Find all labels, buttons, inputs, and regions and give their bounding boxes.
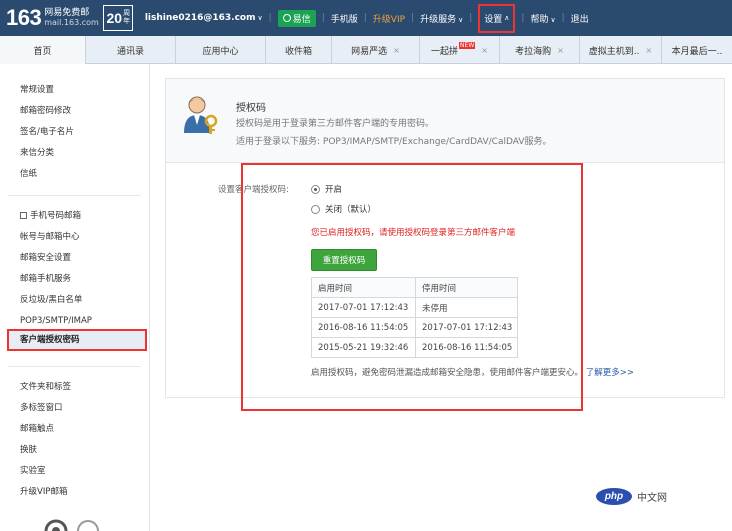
yixin-icon xyxy=(282,14,291,22)
tab-yiqipin[interactable]: 一起拼 NEW × xyxy=(420,36,500,64)
tab-label: 通讯录 xyxy=(116,46,144,57)
help-label: 帮助 xyxy=(530,14,549,25)
close-icon[interactable]: × xyxy=(481,46,488,55)
top-bar: 163 网易免费邮 mail.163.com 20 周年 lishine0216… xyxy=(0,0,732,36)
help-menu[interactable]: 帮助 ∨ xyxy=(530,12,555,25)
tab-contacts[interactable]: 通讯录 xyxy=(86,36,176,64)
sidebar-item-general[interactable]: 常规设置 xyxy=(20,80,149,101)
highlight-box xyxy=(241,163,583,411)
tab-label: 一起拼 xyxy=(431,46,459,57)
tab-label: 应用中心 xyxy=(202,46,239,57)
new-badge: NEW xyxy=(459,41,476,49)
chevron-down-icon: ∨ xyxy=(458,15,464,24)
divider: | xyxy=(268,13,272,23)
upgrade-service-menu[interactable]: 升级服务 ∨ xyxy=(420,12,463,25)
sidebar-item-lab[interactable]: 实验室 xyxy=(20,461,149,482)
tab-bar: 首页 通讯录 应用中心 收件箱 网易严选 × 一起拼 NEW × 考拉海购 × 虚拟主机… xyxy=(0,36,732,64)
close-icon[interactable]: × xyxy=(557,46,564,55)
panel-title: 授权码 xyxy=(236,103,266,114)
tab-label: 网易严选 xyxy=(351,46,388,57)
sidebar-divider xyxy=(8,195,141,196)
sidebar-item-touchpoint[interactable]: 邮箱触点 xyxy=(20,419,149,440)
sidebar-item-label: 手机号码邮箱 xyxy=(30,211,82,221)
user-key-icon xyxy=(184,96,218,134)
chevron-up-icon: ∧ xyxy=(504,14,510,22)
tab-label: 虚拟主机到.. xyxy=(588,46,640,57)
sidebar-divider xyxy=(8,366,141,367)
divider: | xyxy=(321,13,325,23)
tab-home[interactable]: 首页 xyxy=(0,36,86,64)
sidebar-item-mail-filter[interactable]: 来信分类 xyxy=(20,143,149,164)
watermark-text: 中文网 xyxy=(637,492,667,504)
tab-kaola[interactable]: 考拉海购 × xyxy=(500,36,580,64)
chevron-down-icon[interactable]: ∨ xyxy=(258,14,263,22)
logo-number: 163 xyxy=(6,5,42,30)
chevron-down-icon: ∨ xyxy=(550,15,556,24)
sidebar-item-multi-tab[interactable]: 多标签窗口 xyxy=(20,398,149,419)
yixin-button[interactable]: 易信 xyxy=(277,9,316,27)
tab-label: 收件箱 xyxy=(284,46,312,57)
logo-line1: 网易免费邮 xyxy=(44,8,90,18)
close-icon[interactable]: × xyxy=(646,46,653,55)
tab-label: 首页 xyxy=(33,46,52,57)
anniversary-badge: 20 周年 xyxy=(102,5,133,31)
divider: | xyxy=(561,13,565,23)
panel-description: 授权码是用于登录第三方邮件客户端的专用密码。 xyxy=(236,119,435,129)
learn-more-link[interactable]: 了解更多>> xyxy=(586,368,634,378)
bottom-decoration-icon xyxy=(44,519,99,531)
tab-virtual-host[interactable]: 虚拟主机到.. × xyxy=(580,36,662,64)
sidebar-item-stationery[interactable]: 信纸 xyxy=(20,164,149,185)
panel-header: 授权码 授权码是用于登录第三方邮件客户端的专用密码。 适用于登录以下服务: PO… xyxy=(166,79,724,163)
settings-label: 设置 xyxy=(484,14,503,25)
sidebar-item-upgrade-vip[interactable]: 升级VIP邮箱 xyxy=(20,482,149,503)
logout-link[interactable]: 退出 xyxy=(571,12,589,25)
divider: | xyxy=(469,13,473,23)
sidebar-item-phone-mailbox[interactable]: 手机号码邮箱 xyxy=(20,206,149,227)
sidebar-item-signature[interactable]: 签名/电子名片 xyxy=(20,122,149,143)
top-nav: lishine0216@163.com ∨ | 易信 | 手机版 | 升级VIP… xyxy=(145,0,589,36)
upgrade-vip-link[interactable]: 升级VIP xyxy=(373,12,405,25)
yixin-label: 易信 xyxy=(292,14,311,25)
watermark-logo: php xyxy=(596,487,632,505)
sidebar-item-security[interactable]: 邮箱安全设置 xyxy=(20,248,149,269)
sidebar-group-misc: 文件夹和标签 多标签窗口 邮箱触点 换肤 实验室 升级VIP邮箱 xyxy=(0,377,149,503)
sidebar-item-phone-service[interactable]: 邮箱手机服务 xyxy=(20,269,149,290)
logo[interactable]: 163 网易免费邮 mail.163.com 20 周年 xyxy=(0,0,133,36)
settings-menu[interactable]: 设置 ∧ xyxy=(478,3,516,33)
account-email[interactable]: lishine0216@163.com xyxy=(145,13,256,23)
sidebar-item-password[interactable]: 邮箱密码修改 xyxy=(20,101,149,122)
sidebar-item-folders[interactable]: 文件夹和标签 xyxy=(20,377,149,398)
tab-inbox[interactable]: 收件箱 xyxy=(266,36,332,64)
tab-label: 考拉海购 xyxy=(515,46,552,57)
mobile-link[interactable]: 手机版 xyxy=(331,12,358,25)
sidebar-group-general: 常规设置 邮箱密码修改 签名/电子名片 来信分类 信纸 xyxy=(0,64,149,185)
close-icon[interactable]: × xyxy=(393,46,400,55)
mail-settings-page: 163 网易免费邮 mail.163.com 20 周年 lishine0216… xyxy=(0,0,732,531)
sidebar-item-account-center[interactable]: 帐号与邮箱中心 xyxy=(20,227,149,248)
divider: | xyxy=(411,13,415,23)
tab-month-end[interactable]: 本月最后一.. xyxy=(662,36,732,64)
phone-icon xyxy=(20,212,27,219)
tab-yanxuan[interactable]: 网易严选 × xyxy=(332,36,420,64)
panel-services-note: 适用于登录以下服务: POP3/IMAP/SMTP/Exchange/CardD… xyxy=(236,137,552,147)
logo-line2: mail.163.com xyxy=(44,18,99,27)
divider: | xyxy=(521,13,525,23)
anniversary-number: 20 xyxy=(106,10,123,26)
anniversary-unit: 周年 xyxy=(123,10,131,25)
divider: | xyxy=(363,13,367,23)
sidebar-group-account: 手机号码邮箱 帐号与邮箱中心 邮箱安全设置 邮箱手机服务 反垃圾/黑白名单 PO… xyxy=(0,206,149,332)
upgrade-service-label: 升级服务 xyxy=(420,14,457,25)
settings-sidebar: 常规设置 邮箱密码修改 签名/电子名片 来信分类 信纸 手机号码邮箱 帐号与邮箱… xyxy=(0,64,150,531)
sidebar-item-antispam[interactable]: 反垃圾/黑白名单 xyxy=(20,290,149,311)
logo-text: 网易免费邮 mail.163.com xyxy=(44,8,99,28)
tab-label: 本月最后一.. xyxy=(671,46,723,57)
sidebar-item-skin[interactable]: 换肤 xyxy=(20,440,149,461)
sidebar-item-client-auth-code[interactable]: 客户端授权密码 xyxy=(7,329,147,351)
watermark: php 中文网 xyxy=(596,486,726,506)
tab-app-center[interactable]: 应用中心 xyxy=(176,36,266,64)
